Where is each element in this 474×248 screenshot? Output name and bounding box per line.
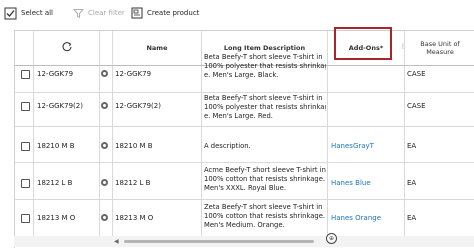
row-unit: CASE: [407, 70, 426, 78]
refresh-header[interactable]: [34, 31, 99, 65]
info-icon[interactable]: [101, 70, 108, 77]
row-description: A description.: [204, 142, 326, 151]
row-checkbox[interactable]: [21, 214, 30, 223]
column-header-base-unit-label: Base Unit of Measure: [420, 39, 460, 56]
description-line: e. Men's Large. Black.: [204, 70, 279, 79]
clear-filter-button[interactable]: Clear filter: [73, 4, 125, 22]
description-line: 100% cotton that resists shrinkage.: [204, 174, 326, 183]
row-divider: [15, 162, 474, 163]
description-line: Zeta Beefy-T short sleeve T-shirt in: [204, 203, 323, 211]
select-all-icon: [4, 7, 17, 20]
description-line: 100% polyester that resists shrinkag: [204, 61, 326, 70]
info-icon[interactable]: [101, 214, 108, 221]
row-checkbox[interactable]: [21, 142, 30, 151]
row-unit: EA: [407, 179, 417, 187]
addons-highlight-box: [334, 27, 392, 60]
info-icon[interactable]: [101, 102, 108, 109]
row-checkbox[interactable]: [21, 70, 30, 79]
info-icon[interactable]: [101, 179, 108, 186]
row-addon[interactable]: Hanes Blue: [331, 179, 371, 187]
column-header-name[interactable]: Name: [113, 31, 201, 65]
toolbar: Select all Clear filter Create product: [0, 0, 474, 28]
row-id: 18210 M B: [37, 142, 75, 150]
row-description: Beta Beefy-T short sleeve T-shirt in 100…: [204, 53, 326, 80]
scrollbar-thumb[interactable]: [124, 240, 314, 243]
row-checkbox[interactable]: [21, 179, 30, 188]
row-name: 12-GGK79: [115, 70, 152, 78]
row-divider: [15, 92, 474, 93]
description-line: A description.: [204, 142, 251, 150]
description-line: Men's XXXL. Royal Blue.: [204, 183, 287, 192]
col-divider: [99, 31, 100, 237]
filter-icon: [73, 8, 84, 19]
horizontal-scrollbar[interactable]: ◀ ⊕: [14, 233, 474, 247]
row-divider: [15, 199, 474, 200]
row-addon[interactable]: Hanes Orange: [331, 214, 381, 222]
description-line: Men's Medium. Orange.: [204, 220, 285, 229]
row-id: 12-GGK79(2): [37, 102, 83, 110]
row-id: 18212 L B: [37, 179, 73, 187]
description-line: Beta Beefy-T short sleeve T-shirt in: [204, 94, 323, 102]
row-checkbox[interactable]: [21, 102, 30, 111]
refresh-icon[interactable]: [62, 42, 72, 54]
create-product-icon: [131, 7, 143, 19]
select-all-button[interactable]: Select all: [4, 4, 53, 22]
row-description: Acme Beefy-T short sleeve T-shirt in 100…: [204, 166, 326, 193]
row-name: 12-GGK79(2): [115, 102, 161, 110]
create-product-label: Create product: [147, 9, 200, 17]
description-line: 100% cotton that resists shrinkage.: [204, 211, 326, 220]
row-divider: [15, 126, 474, 127]
row-addon[interactable]: HanesGrayT: [331, 142, 374, 150]
description-line: 100% polyester that resists shrinkag: [204, 102, 326, 111]
description-line: e. Men's Large. Red.: [204, 111, 273, 120]
select-all-label: Select all: [21, 9, 53, 17]
description-line: Beta Beefy-T short sleeve T-shirt in: [204, 53, 323, 61]
info-icon[interactable]: [101, 142, 108, 149]
description-line: Acme Beefy-T short sleeve T-shirt in: [204, 166, 326, 174]
row-description: Zeta Beefy-T short sleeve T-shirt in 100…: [204, 203, 326, 230]
row-unit: EA: [407, 214, 417, 222]
column-header-base-unit[interactable]: Base Unit of Measure: [405, 31, 474, 65]
row-unit: CASE: [407, 102, 426, 110]
row-description: Beta Beefy-T short sleeve T-shirt in 100…: [204, 94, 326, 121]
row-name: 18210 M B: [115, 142, 153, 150]
scroll-add-icon[interactable]: ⊕: [326, 233, 337, 244]
product-grid: Name Long Item Description Add-Ons* Base…: [14, 30, 474, 248]
scroll-left-arrow-icon[interactable]: ◀: [114, 238, 119, 245]
create-product-button[interactable]: Create product: [131, 4, 199, 22]
row-unit: EA: [407, 142, 417, 150]
row-name: 18213 M O: [115, 214, 154, 222]
column-more-dots[interactable]: ⋮: [400, 43, 406, 50]
row-id: 12-GGK79: [37, 70, 74, 78]
row-id: 18213 M O: [37, 214, 76, 222]
clear-filter-label: Clear filter: [88, 9, 125, 17]
row-name: 18212 L B: [115, 179, 151, 187]
